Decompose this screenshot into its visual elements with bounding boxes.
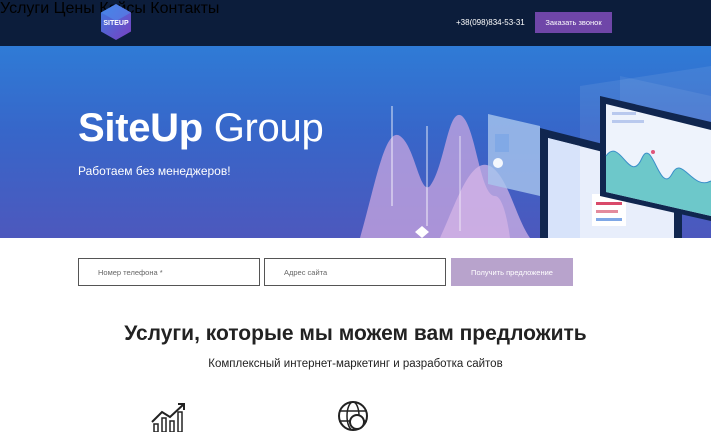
logo-text: SITEUP — [103, 20, 129, 27]
hero-subtitle: Работаем без менеджеров! — [78, 164, 231, 178]
nav-contacts[interactable]: Контакты — [150, 0, 219, 17]
globe-search-icon — [338, 401, 368, 431]
site-address-input[interactable] — [264, 258, 446, 286]
hero-title: SiteUp Group — [78, 106, 324, 151]
phone-number[interactable]: +38(098)834-53-31 — [456, 18, 525, 27]
services-title: Услуги, которые мы можем вам предложить — [124, 322, 587, 345]
site-header: SITEUP Услуги Цены Кейсы Контакты +38(09… — [0, 0, 711, 46]
services-subtitle: Комплексный интернет-маркетинг и разрабо… — [208, 358, 503, 370]
hero-title-bold: SiteUp — [78, 106, 203, 150]
get-offer-button[interactable]: Получить предложение — [451, 258, 573, 286]
growth-chart-icon — [151, 403, 185, 432]
logo-hexagon-icon: SITEUP — [101, 4, 131, 40]
nav-services[interactable]: Услуги — [0, 0, 49, 17]
callback-button[interactable]: Заказать звонок — [535, 12, 612, 33]
hero-title-light: Group — [213, 106, 324, 150]
hero-banner: SiteUp Group Работаем без менеджеров! — [0, 46, 711, 238]
phone-input[interactable] — [78, 258, 260, 286]
nav-prices[interactable]: Цены — [54, 0, 95, 17]
hero-illustration — [360, 66, 711, 238]
logo[interactable]: SITEUP — [99, 3, 133, 41]
